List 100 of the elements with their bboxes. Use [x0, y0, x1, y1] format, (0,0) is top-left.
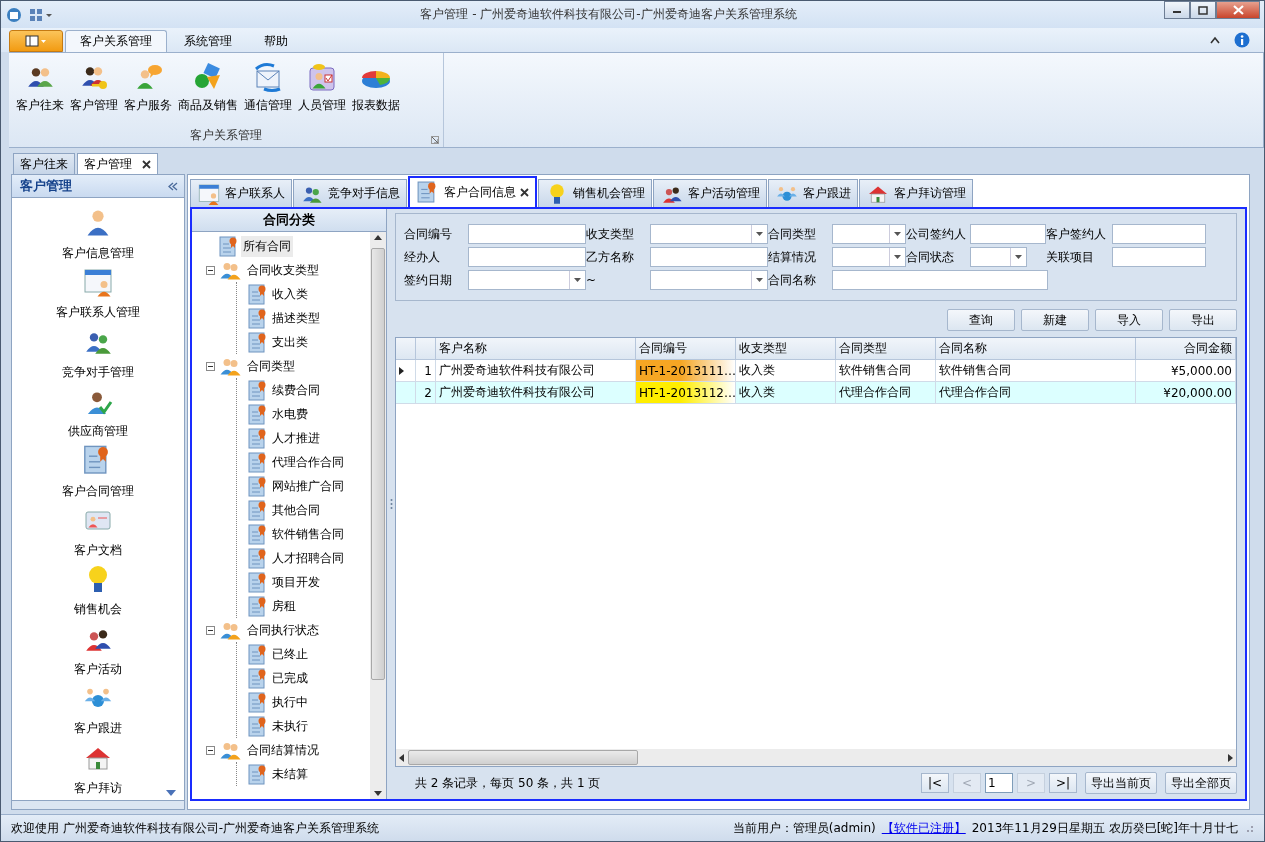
tree-item[interactable]: 未结算: [270, 763, 310, 785]
tree-item[interactable]: 人才招聘合同: [270, 547, 346, 569]
action-button[interactable]: 查询: [947, 309, 1015, 331]
collapse-toggle-icon[interactable]: [206, 625, 215, 635]
column-header[interactable]: 合同编号: [636, 338, 736, 360]
input-field[interactable]: [970, 224, 1046, 244]
export-button[interactable]: 导出全部页: [1165, 772, 1237, 794]
navigation-item[interactable]: 客户联系人管理: [12, 265, 184, 325]
scroll-left-icon[interactable]: [399, 753, 404, 762]
tree-item[interactable]: 已终止: [270, 643, 310, 665]
ribbon-tab[interactable]: 帮助: [249, 30, 303, 52]
column-header[interactable]: 合同名称: [936, 338, 1136, 360]
page-button[interactable]: >|: [1049, 773, 1077, 793]
tree-item[interactable]: 合同执行状态: [245, 619, 321, 641]
tree-item[interactable]: 人才推进: [270, 427, 322, 449]
content-tab[interactable]: 竞争对手信息: [293, 179, 407, 207]
resize-grip-icon[interactable]: [1244, 823, 1254, 833]
input-field[interactable]: [468, 247, 586, 267]
collapse-panel-icon[interactable]: [168, 181, 178, 191]
column-header[interactable]: 合同类型: [836, 338, 936, 360]
tree-item[interactable]: 所有合同: [241, 235, 293, 257]
ribbon-button[interactable]: 客户管理: [67, 59, 121, 116]
dropdown-field[interactable]: [832, 224, 906, 244]
scroll-up-icon[interactable]: [374, 235, 382, 240]
ribbon-button[interactable]: 通信管理: [241, 59, 295, 116]
minimize-button[interactable]: [1164, 1, 1190, 19]
document-tab[interactable]: 客户管理: [77, 153, 158, 174]
content-tab[interactable]: 客户合同信息: [408, 176, 537, 207]
tree-item[interactable]: 网站推广合同: [270, 475, 346, 497]
input-field[interactable]: [468, 224, 586, 244]
ribbon-tab[interactable]: 系统管理: [169, 30, 247, 52]
scroll-thumb[interactable]: [408, 750, 638, 765]
navigation-item[interactable]: 竞争对手管理: [12, 324, 184, 385]
application-menu-button[interactable]: [9, 30, 63, 52]
dropdown-arrow-icon[interactable]: [756, 278, 763, 282]
content-tab[interactable]: 客户拜访管理: [859, 179, 973, 207]
tree-item[interactable]: 软件销售合同: [270, 523, 346, 545]
tree-item[interactable]: 续费合同: [270, 379, 322, 401]
ribbon-button[interactable]: 客户服务: [121, 59, 175, 116]
collapse-toggle-icon[interactable]: [206, 361, 215, 371]
splitter-grip-icon[interactable]: [389, 498, 393, 510]
scroll-down-icon[interactable]: [166, 790, 176, 796]
tree-item[interactable]: 执行中: [270, 691, 310, 713]
scroll-right-icon[interactable]: [1228, 753, 1233, 762]
input-field[interactable]: [832, 270, 1048, 290]
dropdown-field[interactable]: [832, 247, 906, 267]
input-field[interactable]: [1112, 247, 1206, 267]
navigation-item[interactable]: 客户信息管理: [12, 206, 184, 266]
tree-item[interactable]: 已完成: [270, 667, 310, 689]
ribbon-button[interactable]: 商品及销售: [175, 59, 241, 116]
dropdown-arrow-icon[interactable]: [756, 232, 763, 236]
close-icon[interactable]: [142, 159, 151, 169]
ribbon-tab[interactable]: 客户关系管理: [65, 30, 167, 52]
tree-item[interactable]: 房租: [270, 595, 298, 617]
navigation-item[interactable]: 客户合同管理: [12, 443, 184, 504]
column-header[interactable]: 收支类型: [736, 338, 836, 360]
navigation-item[interactable]: 客户拜访: [12, 740, 184, 800]
export-button[interactable]: 导出当前页: [1085, 772, 1157, 794]
dropdown-arrow-icon[interactable]: [574, 278, 581, 282]
scroll-down-icon[interactable]: [374, 791, 382, 796]
collapse-ribbon-icon[interactable]: [1210, 36, 1220, 44]
tree-item[interactable]: 代理合作合同: [270, 451, 346, 473]
column-header[interactable]: 合同金额: [1136, 338, 1236, 360]
dropdown-field[interactable]: [468, 270, 586, 290]
tree-item[interactable]: 水电费: [270, 403, 310, 425]
dropdown-field[interactable]: [650, 224, 768, 244]
content-tab[interactable]: 客户联系人: [190, 179, 292, 207]
maximize-button[interactable]: [1190, 1, 1216, 19]
info-icon[interactable]: [1234, 32, 1250, 48]
tree-item[interactable]: 收入类: [270, 283, 310, 305]
input-field[interactable]: [1112, 224, 1206, 244]
document-tab[interactable]: 客户往来: [13, 153, 75, 174]
ribbon-button[interactable]: 报表数据: [349, 59, 403, 116]
layout-icon[interactable]: [29, 7, 53, 22]
dropdown-arrow-icon[interactable]: [894, 255, 901, 259]
action-button[interactable]: 新建: [1021, 309, 1089, 331]
resize-grip[interactable]: [12, 800, 184, 809]
row-indicator-cell[interactable]: [396, 382, 416, 404]
navigation-item[interactable]: 客户跟进: [12, 681, 184, 741]
close-button[interactable]: [1216, 1, 1260, 19]
page-button[interactable]: |<: [921, 773, 949, 793]
navigation-item[interactable]: 销售机会: [12, 562, 184, 622]
vertical-scrollbar[interactable]: [370, 232, 386, 799]
navigation-item[interactable]: 供应商管理: [12, 384, 184, 444]
tree-item[interactable]: 未执行: [270, 715, 310, 737]
tree-item[interactable]: 项目开发: [270, 571, 322, 593]
app-icon[interactable]: [5, 5, 23, 24]
collapse-toggle-icon[interactable]: [206, 265, 215, 275]
tree-item[interactable]: 其他合同: [270, 499, 322, 521]
tree-item[interactable]: 合同类型: [245, 355, 297, 377]
dialog-launcher-icon[interactable]: [431, 136, 439, 144]
collapse-toggle-icon[interactable]: [206, 745, 215, 755]
dropdown-arrow-icon[interactable]: [1015, 255, 1022, 259]
close-icon[interactable]: [520, 188, 529, 197]
dropdown-arrow-icon[interactable]: [894, 232, 901, 236]
page-input[interactable]: 1: [985, 773, 1013, 793]
column-header[interactable]: 客户名称: [436, 338, 636, 360]
ribbon-button[interactable]: 人员管理: [295, 59, 349, 116]
dropdown-field[interactable]: [650, 270, 768, 290]
navigation-item[interactable]: 客户活动: [12, 621, 184, 682]
